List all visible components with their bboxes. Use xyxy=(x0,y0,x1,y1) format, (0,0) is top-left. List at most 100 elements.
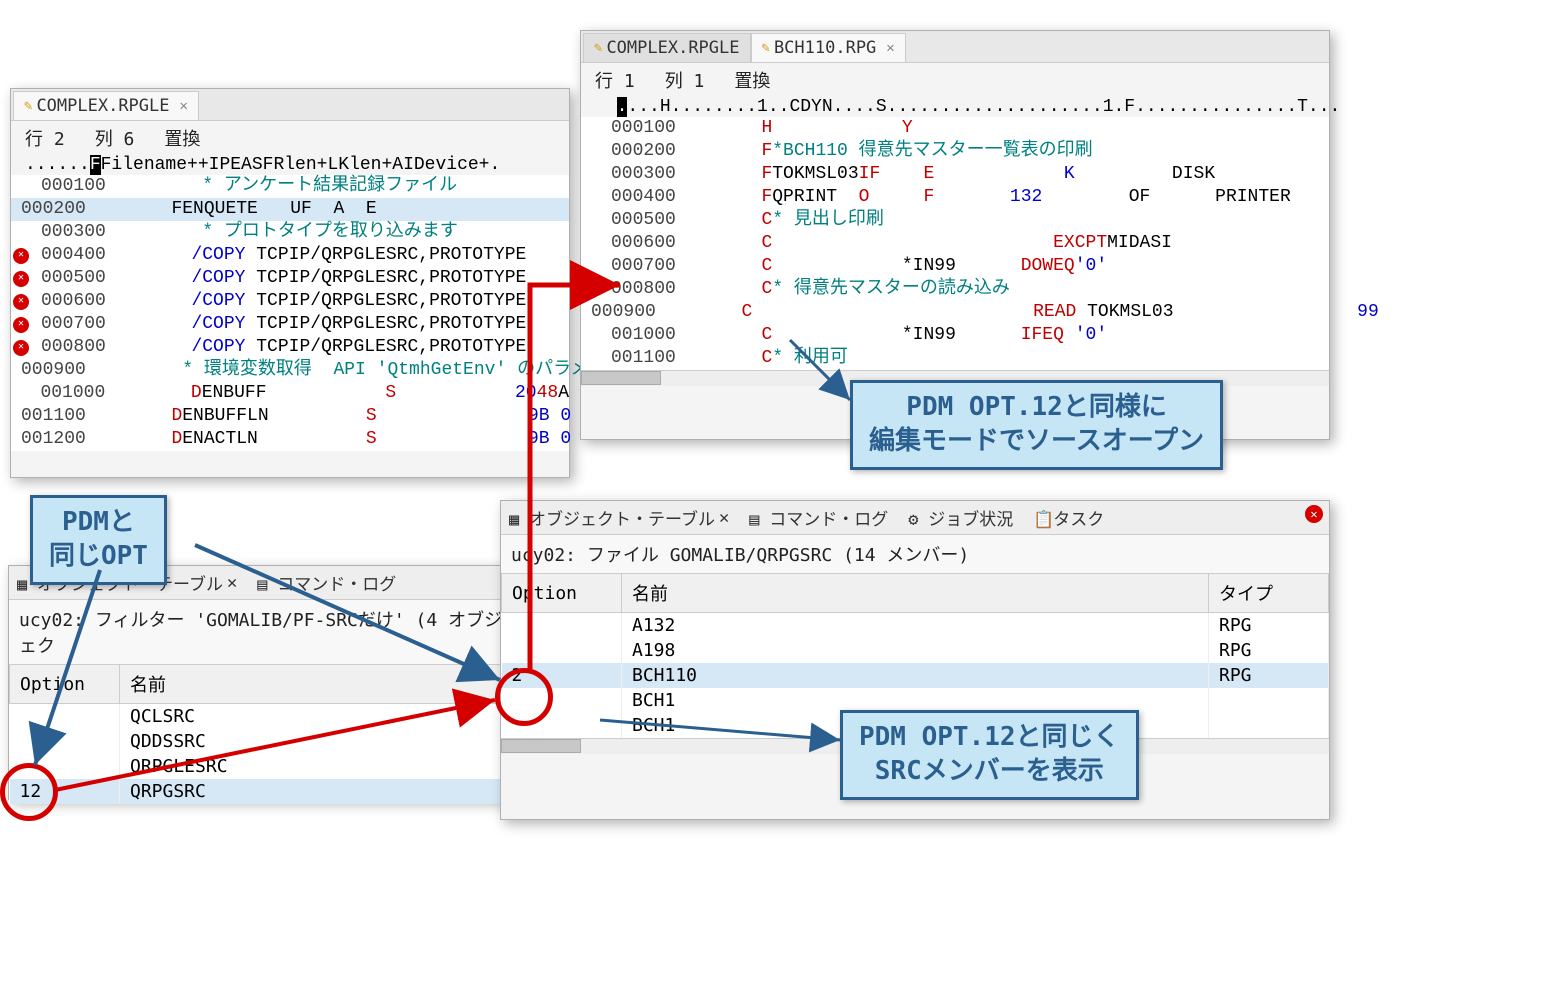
view-command-log[interactable]: ▤ コマンド・ログ xyxy=(749,505,888,530)
editor-header: 行 1 列 1 置換 xyxy=(581,63,1329,97)
tab-complex-rpgle-right[interactable]: ✎ COMPLEX.RPGLE xyxy=(583,33,751,62)
table-row[interactable]: A198RPG xyxy=(502,638,1329,663)
tab-label: COMPLEX.RPGLE xyxy=(36,96,169,116)
error-gutter: ✕ xyxy=(11,244,31,267)
code-line[interactable]: 000900 * 環境変数取得 API 'QtmhGetEnv' のパラメー xyxy=(11,359,569,382)
tab-label: BCH110.RPG xyxy=(774,38,876,58)
table-row[interactable]: A132RPG xyxy=(502,613,1329,639)
table-row[interactable]: QRPGSRC xyxy=(10,779,527,804)
option-input[interactable] xyxy=(512,615,572,636)
option-input[interactable] xyxy=(20,731,80,752)
col-name[interactable]: 名前 xyxy=(120,665,527,704)
tab-bch110-rpg[interactable]: ✎ BCH110.RPG ✕ xyxy=(751,33,906,62)
col-indicator: 列 6 xyxy=(95,125,135,151)
row-indicator: 行 1 xyxy=(595,67,635,93)
code-line[interactable]: 001000 DENBUFF S 2048A xyxy=(11,382,569,405)
table-row[interactable]: QRPGLESRC xyxy=(10,754,527,779)
line-number: 000100 xyxy=(31,175,116,198)
pencil-icon: ✎ xyxy=(762,40,770,56)
option-input[interactable] xyxy=(512,640,572,661)
code-line[interactable]: 000300 * プロトタイプを取り込みます xyxy=(11,221,569,244)
member-type xyxy=(1209,713,1329,738)
scroll-thumb[interactable] xyxy=(501,739,581,753)
code-line[interactable]: 000400 FQPRINT O F 132 OF PRINTER xyxy=(581,186,1329,209)
editor-panel-left: ✎ COMPLEX.RPGLE ✕ 行 2 列 6 置換 ......FFile… xyxy=(10,88,570,478)
line-number: 000600 xyxy=(31,290,116,313)
line-number: 000100 xyxy=(601,117,686,140)
line-number: 001000 xyxy=(30,382,115,405)
code-line[interactable]: 000600 C EXCPTMIDASI xyxy=(581,232,1329,255)
code-area-left[interactable]: 000100 * アンケート結果記録ファイル000200 FENQUETE UF… xyxy=(11,175,569,451)
code-line[interactable]: ✕000800 /COPY TCPIP/QRPGLESRC,PROTOTYPE xyxy=(11,336,569,359)
mode-indicator: 置換 xyxy=(164,125,200,151)
view-tasks[interactable]: 📋 タスク xyxy=(1033,505,1104,530)
col-type[interactable]: タイプ xyxy=(1209,574,1329,613)
line-number: 000400 xyxy=(31,244,116,267)
scroll-thumb[interactable] xyxy=(581,371,661,385)
code-line[interactable]: 000900 C READ TOKMSL03 99 xyxy=(581,301,1329,324)
close-icon[interactable]: ✕ xyxy=(886,40,894,56)
callout-edit-mode: PDM OPT.12と同様に 編集モードでソースオープン xyxy=(850,380,1223,470)
col-option[interactable]: Option xyxy=(10,665,120,704)
close-icon[interactable]: ✕ xyxy=(180,98,188,114)
view-job-status[interactable]: ⚙ ジョブ状況 xyxy=(908,505,1013,530)
code-line[interactable]: 000200 F*BCH110 得意先マスター一覧表の印刷 xyxy=(581,140,1329,163)
table-row[interactable]: BCH110RPG xyxy=(502,663,1329,688)
line-number: 000200 xyxy=(11,198,96,221)
code-line[interactable]: ✕000600 /COPY TCPIP/QRPGLESRC,PROTOTYPE xyxy=(11,290,569,313)
member-name: A198 xyxy=(622,638,1209,663)
option-input[interactable] xyxy=(512,715,572,736)
member-type xyxy=(1209,688,1329,713)
line-number: 000400 xyxy=(601,186,686,209)
code-line[interactable]: 001000 C *IN99 IFEQ '0' xyxy=(581,324,1329,347)
code-line[interactable]: 001200 DENACTLN S 9B 0 xyxy=(11,428,569,451)
line-number: 000300 xyxy=(31,221,116,244)
option-input[interactable] xyxy=(20,781,80,802)
view-command-log[interactable]: ▤ コマンド・ログ xyxy=(257,570,396,595)
col-name[interactable]: 名前 xyxy=(622,574,1209,613)
error-gutter: ✕ xyxy=(11,313,31,336)
view-object-table[interactable]: ▦ オブジェクト・テーブル ✕ xyxy=(509,505,729,530)
callout-same-opt: PDMと 同じOPT xyxy=(30,495,167,585)
code-line[interactable]: 000800 C* 得意先マスターの読み込み xyxy=(581,278,1329,301)
option-input[interactable] xyxy=(512,665,572,686)
line-number: 000700 xyxy=(31,313,116,336)
table-row[interactable]: QCLSRC xyxy=(10,704,527,730)
code-line[interactable]: 001100 C* 利用可 xyxy=(581,347,1329,370)
code-line[interactable]: 000700 C *IN99 DOWEQ'0' xyxy=(581,255,1329,278)
member-type: RPG xyxy=(1209,613,1329,639)
job-icon: ⚙ xyxy=(908,510,924,526)
code-line[interactable]: 000100 H Y xyxy=(581,117,1329,140)
error-gutter: ✕ xyxy=(11,290,31,313)
close-icon[interactable]: ✕ xyxy=(227,573,237,593)
code-line[interactable]: 001100 DENBUFFLN S 9B 0 xyxy=(11,405,569,428)
member-name: A132 xyxy=(622,613,1209,639)
code-line[interactable]: 000200 FENQUETE UF A E DISK xyxy=(11,198,569,221)
tab-complex-rpgle[interactable]: ✎ COMPLEX.RPGLE ✕ xyxy=(13,91,199,120)
error-icon: ✕ xyxy=(13,271,29,287)
option-input[interactable] xyxy=(20,706,80,727)
code-line[interactable]: 000500 C* 見出し印刷 xyxy=(581,209,1329,232)
col-indicator: 列 1 xyxy=(665,67,705,93)
line-number: 001200 xyxy=(11,428,96,451)
editor-header: 行 2 列 6 置換 xyxy=(11,121,569,155)
code-line[interactable]: 000300 FTOKMSL03IF E K DISK xyxy=(581,163,1329,186)
code-line[interactable]: 000100 * アンケート結果記録ファイル xyxy=(11,175,569,198)
col-option[interactable]: Option xyxy=(502,574,622,613)
code-area-right[interactable]: 000100 H Y000200 F*BCH110 得意先マスター一覧表の印刷0… xyxy=(581,117,1329,370)
error-icon: ✕ xyxy=(13,294,29,310)
tabbar-left: ✎ COMPLEX.RPGLE ✕ xyxy=(11,89,569,121)
table-row[interactable]: QDDSSRC xyxy=(10,729,527,754)
code-line[interactable]: ✕000500 /COPY TCPIP/QRPGLESRC,PROTOTYPE xyxy=(11,267,569,290)
line-number: 000900 xyxy=(11,359,96,382)
line-number: 000200 xyxy=(601,140,686,163)
option-input[interactable] xyxy=(20,756,80,777)
option-input[interactable] xyxy=(512,690,572,711)
close-icon[interactable]: ✕ xyxy=(719,508,729,528)
close-panel-icon[interactable]: ✕ xyxy=(1305,505,1323,523)
code-line[interactable]: ✕000700 /COPY TCPIP/QRPGLESRC,PROTOTYPE xyxy=(11,313,569,336)
error-icon: ✕ xyxy=(13,317,29,333)
line-number: 000300 xyxy=(601,163,686,186)
table-icon: ▦ xyxy=(509,510,525,526)
code-line[interactable]: ✕000400 /COPY TCPIP/QRPGLESRC,PROTOTYPE xyxy=(11,244,569,267)
